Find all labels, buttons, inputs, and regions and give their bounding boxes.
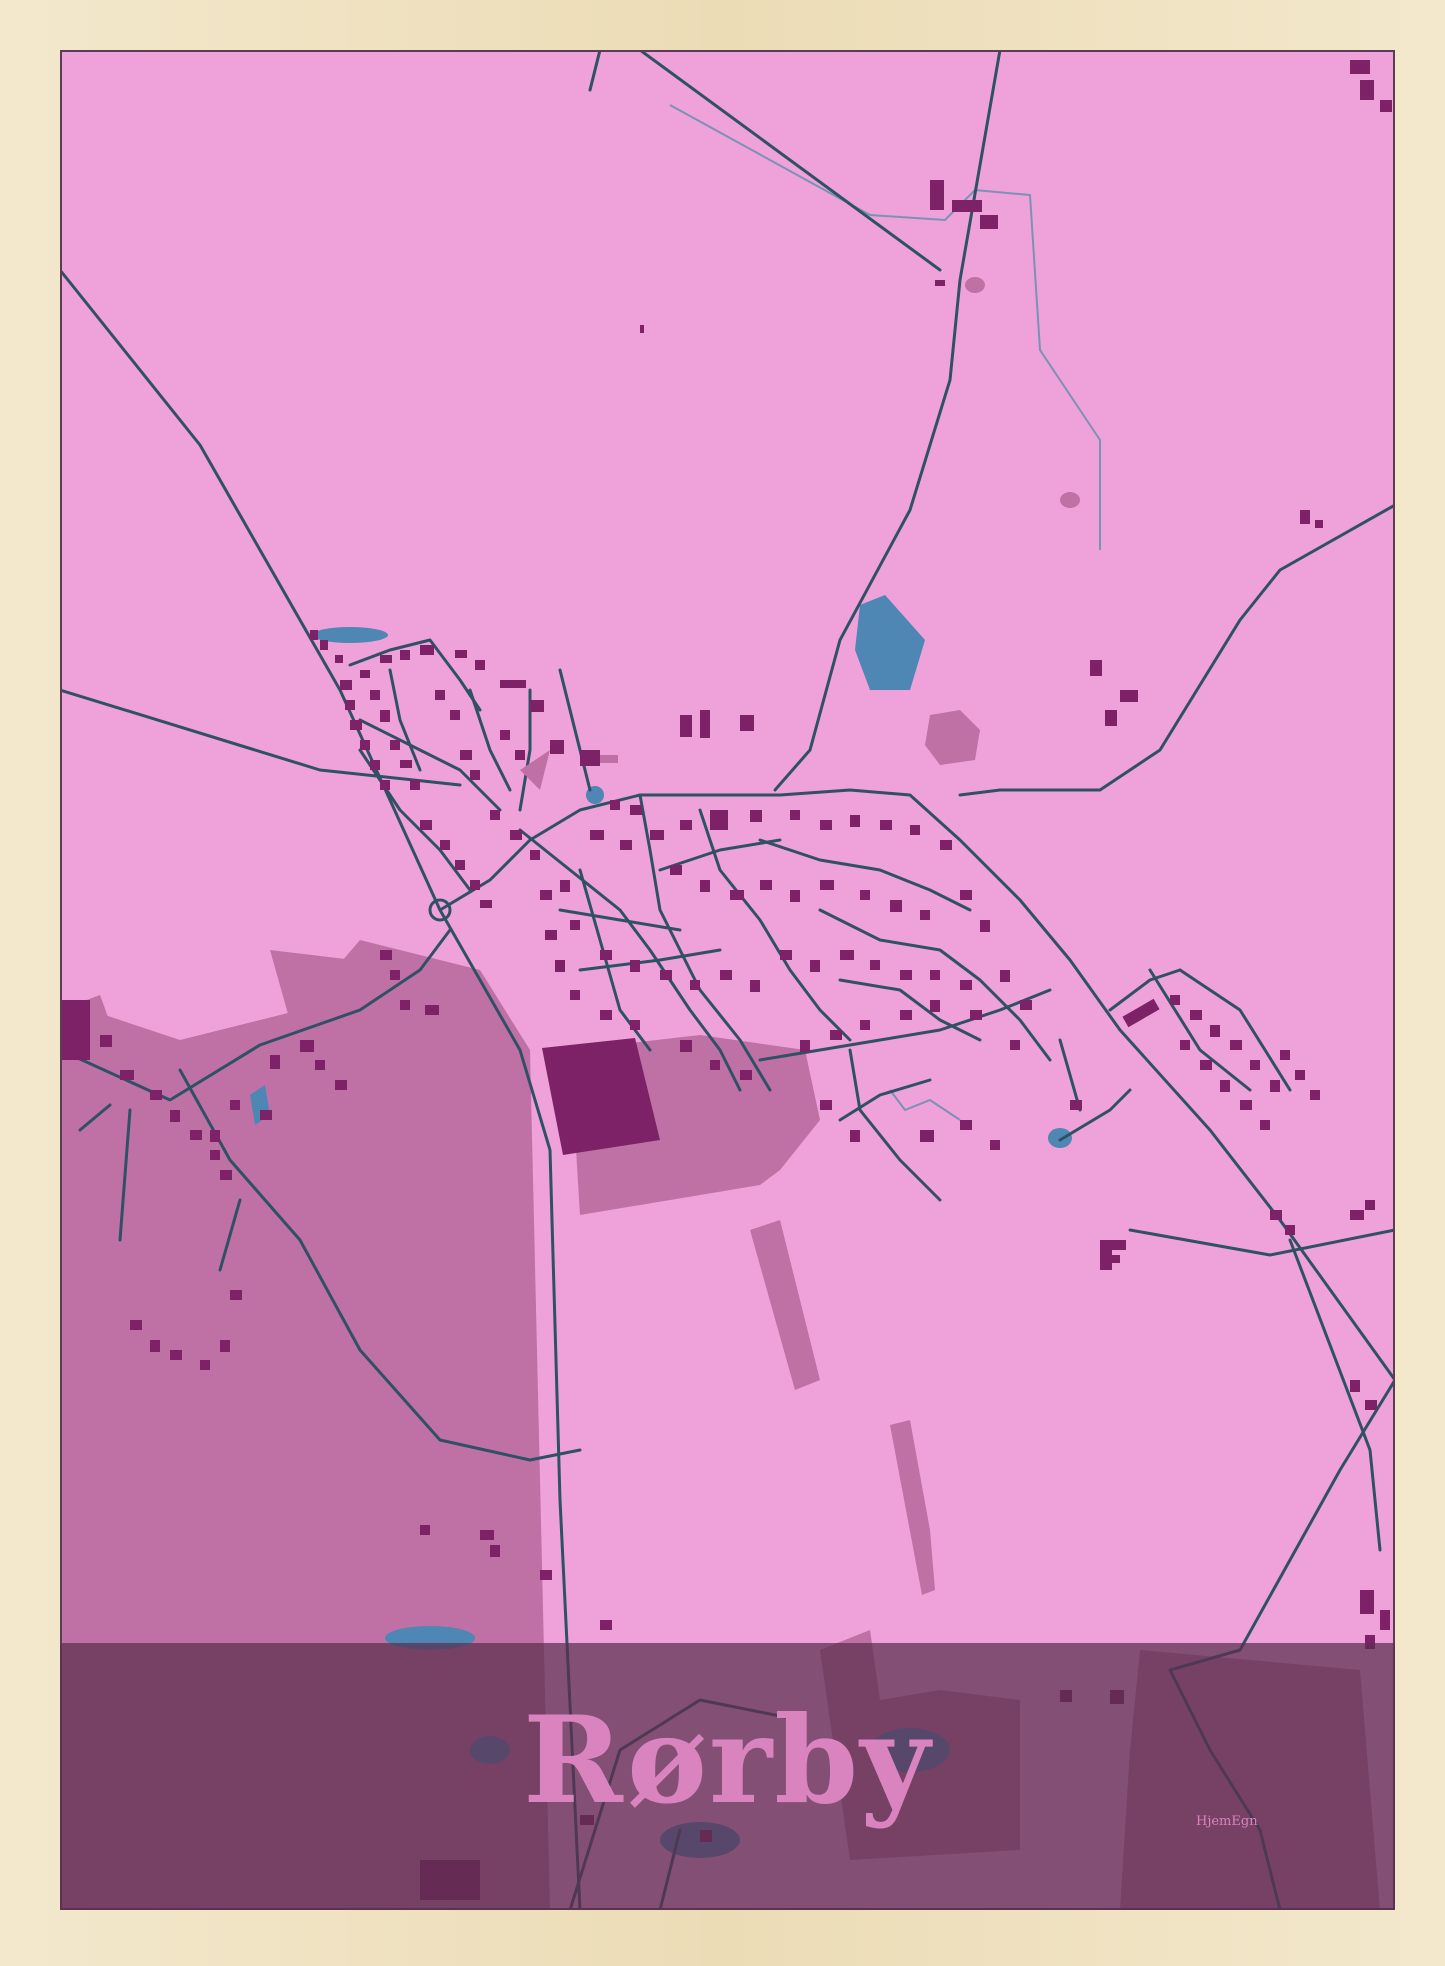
maker-logo: HjemEgn — [1196, 1814, 1258, 1829]
street-map — [60, 50, 1395, 1910]
map-poster: Rørby HjemEgn — [60, 50, 1395, 1910]
town-name-title: Rørby — [523, 1690, 932, 1831]
pond-east — [1048, 1128, 1072, 1148]
